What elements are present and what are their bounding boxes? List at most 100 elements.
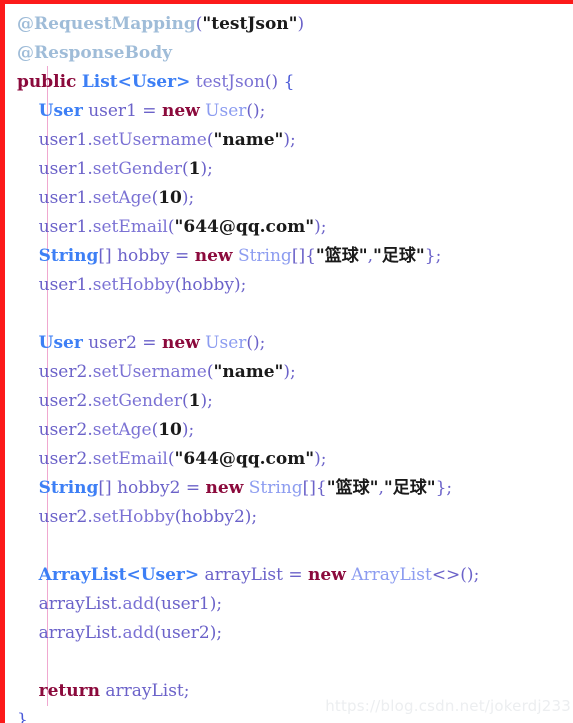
- code-token-punct: ;: [183, 681, 190, 701]
- code-token-punct: ();: [246, 101, 266, 121]
- code-token-type: <: [117, 72, 132, 92]
- code-token-number: 1: [188, 391, 201, 411]
- code-token-string: "足球": [383, 478, 436, 498]
- code-token-var: user1: [38, 275, 88, 295]
- code-token-string: "篮球": [315, 246, 368, 266]
- code-token-var: user1: [161, 594, 210, 614]
- code-token-method: setGender: [92, 391, 182, 411]
- code-token-number: 10: [158, 188, 182, 208]
- code-line: @RequestMapping("testJson"): [17, 10, 479, 39]
- code-line: User user2 = new User();: [17, 329, 479, 358]
- code-token-punct: (: [167, 217, 175, 237]
- code-token-method: setGender: [92, 159, 182, 179]
- code-token-type-light: User: [205, 333, 247, 353]
- code-token-punct: };: [424, 246, 442, 266]
- code-line: arrayList.add(user2);: [17, 619, 479, 648]
- code-line: user2.setHobby(hobby2);: [17, 503, 479, 532]
- code-token-method: testJson: [195, 72, 265, 92]
- code-token-punct: );: [283, 362, 296, 382]
- code-token-punct: );: [233, 275, 247, 295]
- code-token-plain: =: [169, 246, 195, 266]
- code-token-string: "足球": [373, 246, 425, 266]
- code-token-string: "name": [213, 130, 284, 150]
- code-token-var: hobby: [181, 275, 234, 295]
- code-token-punct: ();: [246, 333, 266, 353]
- code-token-var: user2: [38, 420, 88, 440]
- code-token-type: User: [38, 333, 83, 353]
- csdn-watermark: https://blog.csdn.net/jokerdj233: [325, 697, 571, 715]
- code-line: user2.setEmail("644@qq.com");: [17, 445, 479, 474]
- code-line: String[] hobby2 = new String[]{"篮球","足球"…: [17, 474, 479, 503]
- code-token-annotation: @RequestMapping: [17, 14, 196, 34]
- code-line: User user1 = new User();: [17, 97, 479, 126]
- code-token-keyword: new: [161, 333, 200, 353]
- code-token-plain: =: [180, 478, 206, 498]
- code-token-annotation: @ResponseBody: [17, 43, 172, 63]
- code-token-var: hobby: [117, 246, 170, 266]
- code-token-method: setAge: [92, 420, 152, 440]
- code-token-keyword: public: [17, 72, 77, 92]
- code-token-var: arrayList: [105, 681, 184, 701]
- code-token-string: "testJson": [202, 14, 298, 34]
- code-screenshot: @RequestMapping("testJson") @ResponseBody…: [0, 0, 573, 723]
- code-token-punct: ): [297, 14, 305, 34]
- code-line: public List<User> testJson() {: [17, 68, 479, 97]
- code-line: user1.setAge(10);: [17, 184, 479, 213]
- code-token-var: user1: [38, 217, 88, 237]
- code-token-var: arrayList: [204, 565, 283, 585]
- code-line: user2.setGender(1);: [17, 387, 479, 416]
- code-token-punct: );: [181, 188, 195, 208]
- code-token-var: user1: [38, 188, 88, 208]
- code-token-method: add: [122, 623, 155, 643]
- code-token-punct: []{: [291, 246, 316, 266]
- code-token-keyword: new: [205, 478, 244, 498]
- code-line: user1.setEmail("644@qq.com");: [17, 213, 479, 242]
- code-token-punct: (: [167, 449, 175, 469]
- code-token-var: user2: [38, 391, 88, 411]
- code-token-punct: (: [182, 159, 189, 179]
- code-block: @RequestMapping("testJson") @ResponseBody…: [5, 4, 479, 723]
- code-token-method: setUsername: [92, 362, 207, 382]
- code-token-method: setUsername: [92, 130, 207, 150]
- code-token-var: user1: [38, 159, 88, 179]
- code-token-punct: );: [283, 130, 296, 150]
- code-token-type: >: [176, 72, 191, 92]
- code-token-var: user2: [161, 623, 210, 643]
- code-token-plain: =: [136, 101, 162, 121]
- code-token-punct: (): [264, 72, 284, 92]
- code-token-punct: <>();: [431, 565, 480, 585]
- code-token-brace: {: [283, 72, 295, 92]
- code-line: arrayList.add(user1);: [17, 590, 479, 619]
- code-token-keyword: return: [38, 681, 100, 701]
- code-line: @ResponseBody: [17, 39, 479, 68]
- code-token-number: 10: [158, 420, 182, 440]
- code-token-var: user1: [88, 101, 137, 121]
- code-token-punct: []{: [302, 478, 327, 498]
- code-token-type: ArrayList: [38, 565, 127, 585]
- code-token-punct: );: [209, 623, 223, 643]
- code-token-var: user2: [88, 333, 137, 353]
- code-token-punct: );: [244, 507, 258, 527]
- code-token-punct: );: [200, 159, 213, 179]
- code-line: user2.setAge(10);: [17, 416, 479, 445]
- code-token-punct: (: [154, 623, 161, 643]
- code-token-punct: );: [314, 449, 327, 469]
- code-line: user1.setGender(1);: [17, 155, 479, 184]
- code-token-punct: []: [98, 246, 112, 266]
- code-token-keyword: new: [161, 101, 200, 121]
- code-token-method: add: [122, 594, 155, 614]
- code-token-plain: =: [136, 333, 162, 353]
- code-token-brace: }: [17, 710, 28, 723]
